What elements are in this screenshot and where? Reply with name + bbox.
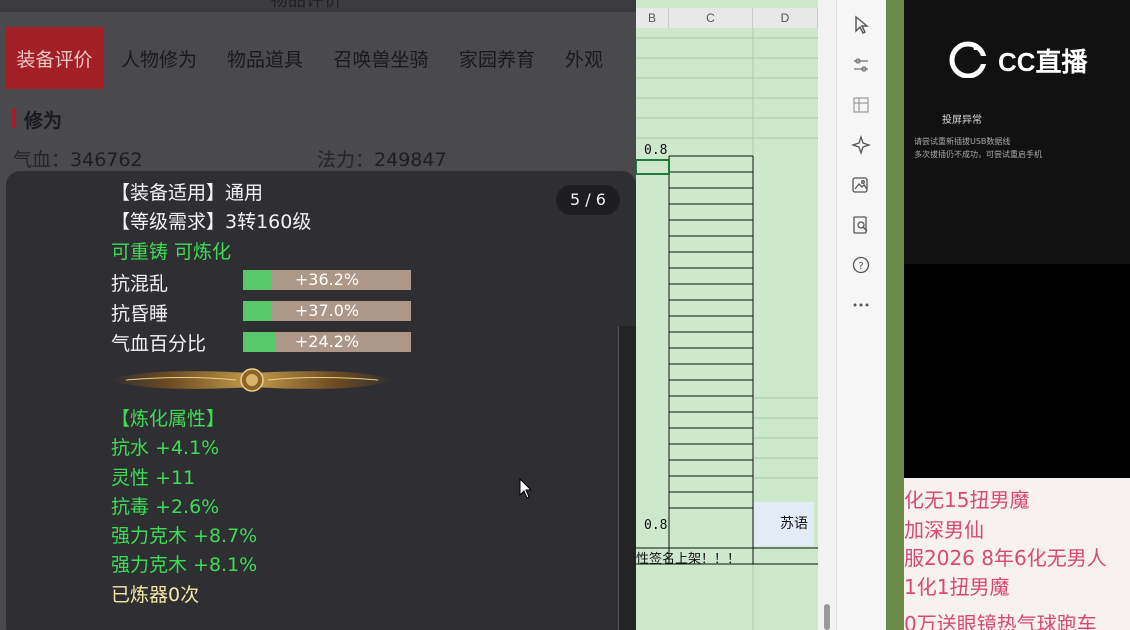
section-title: 修为	[24, 110, 63, 132]
mouse-cursor-icon	[519, 478, 533, 499]
chat-message: 0万送眼镜热气球跑车	[904, 612, 1097, 630]
help-icon[interactable]: ?	[850, 254, 872, 276]
background-strip	[886, 0, 904, 630]
tool-strip: ?	[836, 0, 886, 630]
refine-attr: 强力克木 +8.1%	[111, 554, 258, 576]
tab-items[interactable]: 物品道具	[218, 27, 312, 89]
page-indicator: 5 / 6	[556, 185, 620, 215]
section-marker	[12, 108, 16, 128]
level-req-text: 【等级需求】3转160级	[111, 211, 312, 233]
equipment-tooltip: 【装备适用】通用 【等级需求】3转160级 5 / 6 可重铸 可炼化 抗混乱 …	[6, 171, 636, 630]
stat-mp-value: 249847	[374, 149, 447, 171]
tab-character-cultivation[interactable]: 人物修为	[112, 27, 206, 89]
cell-value[interactable]: 0.8	[644, 143, 667, 158]
stat-hp-label: 气血：	[13, 149, 71, 171]
bar-value: +24.2%	[294, 332, 360, 351]
item-evaluation-app: 物品评价 装备评价 人物修为 物品道具 召唤兽坐骑 家园养育 外观 修为 气血：…	[0, 0, 636, 630]
bar-label-sleep: 抗昏睡	[111, 303, 169, 325]
column-header-b[interactable]: B	[636, 8, 669, 28]
stat-mp: 法力：249847	[317, 145, 447, 172]
stream-error-title: 投屏异常	[942, 115, 982, 126]
stream-panel: CC直播 投屏异常 请尝试重新插拔USB数据线 多次拔插仍不成功，可尝试重启手机…	[904, 0, 1130, 630]
stream-preview: CC直播 投屏异常 请尝试重新插拔USB数据线 多次拔插仍不成功，可尝试重启手机	[904, 0, 1130, 264]
tab-pets-mounts[interactable]: 召唤兽坐骑	[325, 27, 437, 89]
svg-text:?: ?	[858, 261, 863, 272]
stat-hp-value: 346762	[70, 149, 143, 171]
resist-confusion-bar: +36.2%	[243, 270, 411, 290]
refine-attr: 灵性 +11	[111, 467, 196, 489]
tab-bar: 装备评价 人物修为 物品道具 召唤兽坐骑 家园养育 外观	[0, 27, 636, 89]
spreadsheet[interactable]: B C D 0.8 0.8 苏语 性签名上架！！！	[636, 0, 836, 630]
note-cell[interactable]: 苏语	[754, 502, 814, 546]
cc-logo-icon	[949, 41, 990, 78]
refine-count: 已炼器0次	[111, 584, 200, 606]
logo-text: CC直播	[998, 47, 1088, 77]
column-header-d[interactable]: D	[753, 8, 818, 28]
cc-live-logo: CC直播	[948, 36, 1128, 82]
bar-label-hp-percent: 气血百分比	[111, 333, 207, 355]
image-edit-icon[interactable]	[850, 174, 872, 196]
column-header-c[interactable]: C	[669, 8, 753, 28]
refine-header: 【炼化属性】	[111, 408, 226, 430]
chat-message: 加深男仙	[904, 518, 984, 542]
bar-label-confusion: 抗混乱	[111, 273, 169, 295]
cursor-icon[interactable]	[850, 14, 872, 36]
tab-appearance[interactable]: 外观	[556, 27, 612, 89]
ornament-divider-icon	[110, 368, 394, 392]
sheet-scrollbar[interactable]	[818, 0, 836, 630]
more-icon[interactable]	[850, 294, 872, 316]
refine-attr: 强力克木 +8.7%	[111, 525, 258, 547]
chat-message: 服2026 8年6化无男人	[904, 546, 1107, 570]
reforge-text: 可重铸 可炼化	[111, 241, 232, 263]
footer-cell[interactable]: 性签名上架！！！	[636, 548, 740, 567]
chat-area: 化无15扭男魔 加深男仙 服2026 8年6化无男人 1化1扭男魔 0万送眼镜热…	[904, 478, 1130, 630]
sliders-icon[interactable]	[850, 54, 872, 76]
chat-message: 1化1扭男魔	[904, 575, 1010, 599]
stream-hint: 请尝试重新插拔USB数据线	[914, 137, 1011, 146]
refine-attr: 抗毒 +2.6%	[111, 496, 220, 518]
cell-value[interactable]: 0.8	[644, 518, 667, 533]
stat-hp: 气血：346762	[13, 145, 143, 172]
resist-sleep-bar: +37.0%	[243, 301, 411, 321]
stat-mp-label: 法力：	[317, 149, 375, 171]
search-doc-icon[interactable]	[850, 214, 872, 236]
hp-percent-bar: +24.2%	[243, 332, 411, 352]
table-icon[interactable]	[850, 94, 872, 116]
stream-hint: 多次拔插仍不成功，可尝试重启手机	[914, 150, 1042, 159]
tab-equipment-eval[interactable]: 装备评价	[5, 27, 104, 89]
scroll-thumb[interactable]	[824, 604, 830, 630]
chat-message: 化无15扭男魔	[904, 488, 1030, 512]
app-title: 物品评价	[270, 0, 342, 11]
bar-value: +37.0%	[294, 301, 360, 320]
star-sparkle-icon[interactable]	[850, 134, 872, 156]
equip-apply-text: 【装备适用】通用	[111, 182, 264, 204]
bar-value: +36.2%	[294, 270, 360, 289]
scrollbar[interactable]	[618, 326, 636, 630]
app-header: 物品评价	[0, 0, 636, 12]
refine-attr: 抗水 +4.1%	[111, 437, 220, 459]
tab-homeland[interactable]: 家园养育	[450, 27, 544, 89]
